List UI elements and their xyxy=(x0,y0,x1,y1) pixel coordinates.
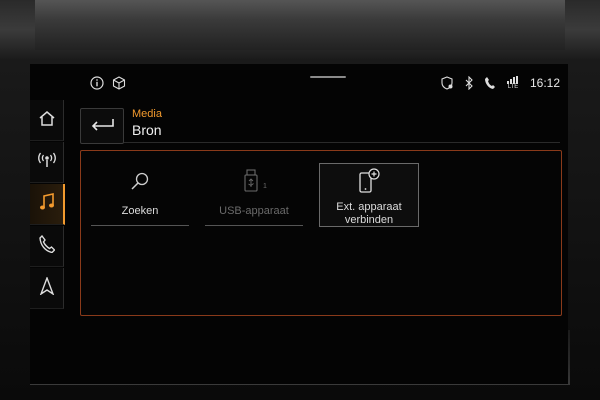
phone-icon xyxy=(484,76,496,90)
nav-phone[interactable] xyxy=(30,226,64,267)
header: Media Bron xyxy=(124,108,560,143)
connect-external-device-tile[interactable]: Ext. apparaat verbinden xyxy=(319,163,419,227)
usb-device-label: USB-apparaat xyxy=(219,205,289,217)
nav-media[interactable] xyxy=(30,184,65,225)
lte-signal-icon: LTE xyxy=(506,76,520,90)
search-tile[interactable]: Zoeken xyxy=(91,163,189,226)
usb-device-tile[interactable]: 1 USB-apparaat xyxy=(205,163,303,226)
clock: 16:12 xyxy=(529,76,560,90)
page-title: Bron xyxy=(132,122,162,138)
music-note-icon xyxy=(39,192,55,216)
top-trim xyxy=(35,0,565,50)
navigation-icon xyxy=(39,275,55,300)
status-bar: LTE 16:12 xyxy=(90,74,560,94)
source-panel: Zoeken 1 USB-apparaat Ext. apparaat verb… xyxy=(80,150,562,316)
usb-badge: 1 xyxy=(263,182,267,190)
nav-home[interactable] xyxy=(30,100,64,141)
lte-label: LTE xyxy=(507,84,519,90)
side-nav xyxy=(30,100,65,320)
car-icon[interactable] xyxy=(112,76,126,90)
breadcrumb-media: Media xyxy=(132,108,162,120)
bluetooth-icon xyxy=(464,76,474,90)
radio-icon xyxy=(37,152,57,173)
search-icon xyxy=(130,171,150,196)
connect-external-device-label: Ext. apparaat verbinden xyxy=(336,201,402,226)
phone-icon xyxy=(38,234,55,258)
usb-icon: 1 xyxy=(243,168,267,198)
info-icon[interactable] xyxy=(90,76,104,90)
nav-navigation[interactable] xyxy=(30,268,64,309)
infotainment-screen: LTE 16:12 Media Bron Zoeken 1 USB-appara… xyxy=(30,64,568,384)
search-label: Zoeken xyxy=(121,205,159,217)
location-shield-icon xyxy=(440,76,454,90)
add-device-icon xyxy=(357,168,381,199)
home-icon xyxy=(38,110,56,131)
back-button[interactable] xyxy=(80,108,124,144)
back-arrow-icon xyxy=(89,117,115,136)
nav-radio[interactable] xyxy=(30,142,64,183)
pull-down-handle[interactable] xyxy=(310,76,346,78)
